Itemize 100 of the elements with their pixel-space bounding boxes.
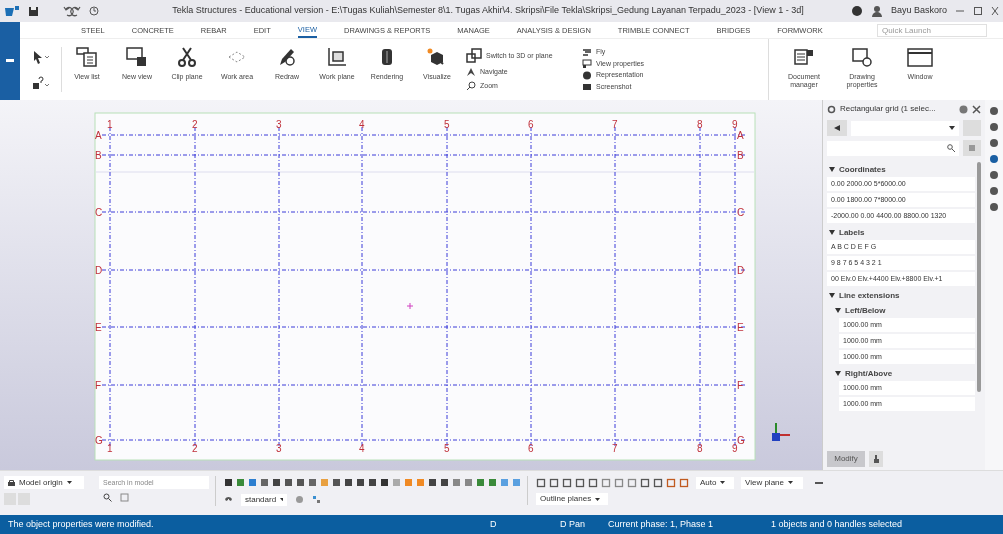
camera-icon <box>582 82 592 92</box>
caret-icon <box>595 497 601 501</box>
grid-label: 8 <box>697 119 703 130</box>
grid-label: 8 <box>697 443 703 454</box>
filter-dropdown[interactable]: standard <box>241 493 287 506</box>
section-title: Labels <box>839 226 865 239</box>
collapse-icon[interactable] <box>6 59 14 63</box>
section-title: Line extensions <box>839 289 900 302</box>
select-pointer-icon[interactable] <box>31 49 50 64</box>
plane-square-icon <box>326 47 348 67</box>
grid-label: D <box>95 265 103 276</box>
grid-label: B <box>95 150 102 161</box>
window-title: Tekla Structures - Educational version - E:\Tugas Kuliah\Semester 8\1. Tugas Akhir\4. Skripsi\File Tekla\Skripsi_Gedung Layanan Terpadu_2023 - [View 1 - 3d] <box>171 4 805 18</box>
grid-label: 3 <box>276 443 282 454</box>
back-button[interactable] <box>827 120 847 136</box>
close-icon[interactable] <box>972 104 981 114</box>
select-filter-icon[interactable] <box>312 495 321 504</box>
status-pan: D Pan <box>560 517 586 531</box>
model-view[interactable]: 1 1 2 2 3 3 4 4 5 5 6 6 7 7 8 8 9 9 A A B B C C D D E E F F G G <box>0 100 822 470</box>
grid-label: 4 <box>359 443 365 454</box>
snap-icon[interactable] <box>549 477 559 488</box>
snap-icon[interactable] <box>666 477 676 488</box>
quick-launch-field[interactable]: Quick Launch <box>877 23 987 37</box>
status-message: The object properties were modified. <box>8 517 155 531</box>
collapse-triangle-icon[interactable] <box>829 293 835 298</box>
grid-label: 6 <box>528 443 534 454</box>
snap-icon[interactable] <box>601 477 611 488</box>
grid-label: D <box>737 265 745 276</box>
snap-icon[interactable] <box>575 477 585 488</box>
caret-icon <box>788 481 793 484</box>
auto-dropdown[interactable]: Auto <box>696 476 734 489</box>
lock-icon <box>8 479 15 486</box>
status-selection: 1 objects and 0 handles selected <box>771 517 903 531</box>
snap-icon[interactable] <box>614 477 624 488</box>
scrollbar[interactable] <box>977 162 981 392</box>
collapse-triangle-icon[interactable] <box>835 371 841 376</box>
switch-planes-icon <box>466 48 482 64</box>
section-title: Right/Above <box>845 367 893 380</box>
snap-icon[interactable] <box>627 477 637 488</box>
grid-label: 3 <box>276 119 282 130</box>
grid-label: 9 <box>732 443 738 454</box>
user-icon <box>870 5 883 17</box>
phone-icon[interactable] <box>224 495 233 504</box>
save-icon[interactable] <box>28 5 39 17</box>
grid-label: F <box>737 380 744 391</box>
model-origin-dropdown[interactable]: Model origin <box>4 476 84 489</box>
app-logo-icon <box>4 5 20 17</box>
grid-label: C <box>95 207 103 218</box>
origin-marker-icon <box>406 302 414 310</box>
grid-label: 1 <box>107 443 113 454</box>
collapse-triangle-icon[interactable] <box>829 230 835 235</box>
grid-label: 4 <box>359 119 365 130</box>
grid-label: 9 <box>732 119 738 130</box>
caret-icon <box>66 481 72 484</box>
window-icon <box>907 47 933 67</box>
caret-icon <box>949 126 955 130</box>
settings-icon[interactable] <box>827 104 836 114</box>
more-icon[interactable] <box>814 479 824 486</box>
grid-label: 1 <box>107 119 113 130</box>
close-icon[interactable] <box>991 6 999 16</box>
caret-icon <box>280 498 283 501</box>
collapse-triangle-icon[interactable] <box>835 308 841 313</box>
status-mode: D <box>490 517 498 531</box>
properties-icon <box>582 59 592 69</box>
navigate-icon <box>466 67 476 78</box>
representation-icon <box>582 70 592 80</box>
grid-label: 5 <box>444 443 450 454</box>
snap-icon[interactable] <box>640 477 650 488</box>
menu-icon <box>968 145 976 151</box>
view-plane-dropdown[interactable]: View plane <box>741 476 803 489</box>
grid-label: B <box>737 150 744 161</box>
undo-redo-icon[interactable] <box>63 5 101 17</box>
snap-icon[interactable] <box>562 477 572 488</box>
snap-icon[interactable] <box>588 477 598 488</box>
user-name[interactable]: Bayu Baskoro <box>890 4 947 18</box>
back-arrow-icon <box>833 124 841 132</box>
zoom-icon <box>466 80 476 91</box>
help-query-icon[interactable] <box>31 75 50 90</box>
grid-label: 7 <box>612 119 618 130</box>
pick-button[interactable] <box>869 451 883 467</box>
snap-icon[interactable] <box>679 477 689 488</box>
collapse-triangle-icon[interactable] <box>829 167 835 172</box>
grid-label: G <box>95 435 103 446</box>
snap-icon[interactable] <box>536 477 546 488</box>
grid-label: A <box>95 130 102 141</box>
maximize-icon[interactable] <box>973 6 983 16</box>
coordinate-axes-icon <box>772 422 791 441</box>
snap-icon[interactable] <box>653 477 663 488</box>
list-window-icon <box>76 47 98 67</box>
search-icon[interactable] <box>103 493 112 502</box>
grid-label: 6 <box>528 119 534 130</box>
grid-label: A <box>737 130 744 141</box>
outline-planes-dropdown[interactable]: Outline planes <box>536 493 608 505</box>
fly-icon <box>582 47 592 57</box>
section-title: Left/Below <box>845 304 886 317</box>
grid-label: 5 <box>444 119 450 130</box>
panel-title: Rectangular grid (1 selec... <box>840 103 937 115</box>
status-phase: Current phase: 1, Phase 1 <box>608 517 715 531</box>
search-field[interactable] <box>827 140 959 156</box>
grid-label: 7 <box>612 443 618 454</box>
